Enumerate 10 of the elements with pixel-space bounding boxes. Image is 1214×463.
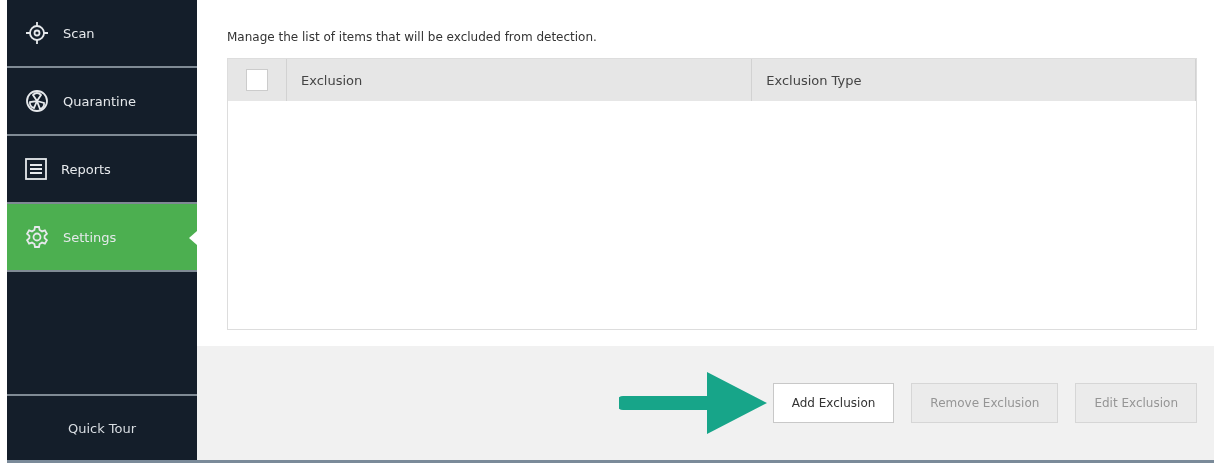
gear-icon [25, 225, 49, 249]
select-all-checkbox[interactable] [246, 69, 268, 91]
description-text: Manage the list of items that will be excluded from detection. [227, 30, 598, 44]
column-header: Exclusion [287, 59, 753, 101]
exclusion-button[interactable]: Add Exclusion [772, 383, 895, 423]
document-icon [25, 158, 47, 180]
target-icon [25, 21, 49, 45]
quick-tour-link[interactable]: Quick Tour [7, 396, 197, 460]
column-header: Exclusion Type [752, 59, 1196, 101]
fan-icon [25, 89, 49, 113]
